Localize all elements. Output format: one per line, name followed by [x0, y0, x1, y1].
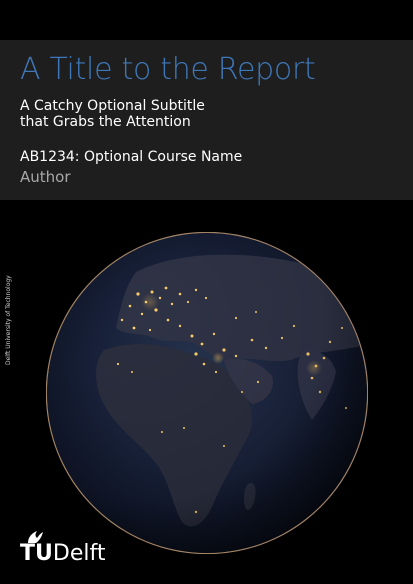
- subtitle-line-2: that Grabs the Attention: [20, 114, 191, 130]
- tu-delft-logo: TUDelft: [18, 528, 118, 568]
- earth-at-night-image: [46, 232, 368, 554]
- report-cover: A Title to the Report A Catchy Optional …: [0, 0, 413, 584]
- course-name: AB1234: Optional Course Name: [20, 149, 243, 165]
- report-subtitle: A Catchy Optional Subtitle that Grabs th…: [20, 98, 205, 130]
- logo-tu: TU: [20, 541, 53, 566]
- institution-vertical-label: Delft University of Technology: [5, 275, 12, 365]
- subtitle-line-1: A Catchy Optional Subtitle: [20, 98, 205, 114]
- report-title: A Title to the Report: [20, 52, 316, 87]
- logo-delft: Delft: [52, 541, 106, 566]
- logo-wordmark: TUDelft: [20, 541, 105, 567]
- author-name: Author: [20, 168, 71, 186]
